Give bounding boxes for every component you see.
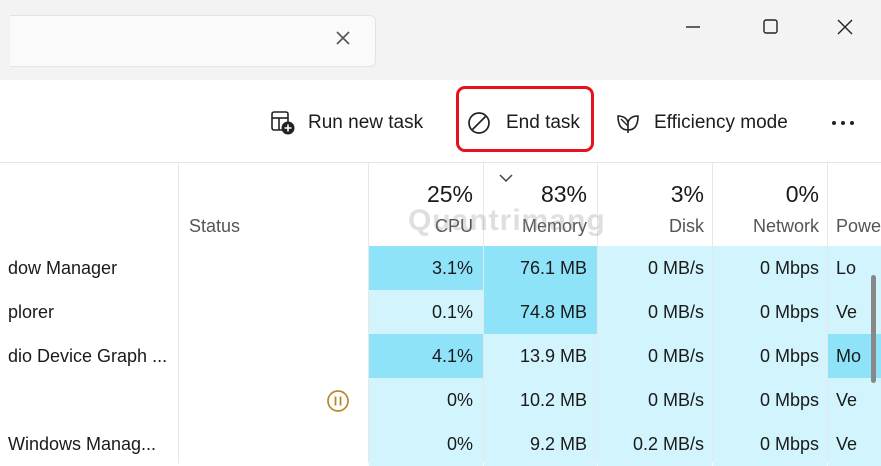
search-box[interactable] (10, 15, 376, 67)
power-cell: Ve (828, 378, 881, 422)
disk-cell: 0 MB/s (598, 334, 712, 378)
cpu-cell: 4.1% (369, 334, 483, 378)
run-new-task-icon (271, 111, 295, 135)
network-cell: 0 Mbps (713, 334, 827, 378)
minimize-icon[interactable] (676, 10, 710, 44)
maximize-icon[interactable] (753, 10, 787, 44)
process-name[interactable]: plorer (8, 290, 178, 334)
scrollbar-thumb[interactable] (871, 275, 876, 383)
process-name[interactable] (8, 378, 178, 422)
header-divider (0, 162, 881, 163)
close-window-icon[interactable] (828, 10, 862, 44)
column-header-power[interactable]: Powe (836, 216, 881, 237)
network-cell: 0 Mbps (713, 290, 827, 334)
run-new-task-label: Run new task (308, 112, 424, 133)
process-name[interactable]: dow Manager (8, 246, 178, 290)
title-bar (0, 0, 881, 80)
disk-cell: 0 MB/s (598, 378, 712, 422)
column-header-cpu[interactable]: CPU (369, 216, 473, 237)
efficiency-mode-button[interactable]: Efficiency mode (614, 106, 788, 140)
more-options-icon[interactable] (828, 108, 858, 138)
end-task-label: End task (506, 112, 580, 133)
prohibited-icon (468, 112, 490, 134)
network-percent: 0% (785, 181, 819, 207)
process-name[interactable]: dio Device Graph ... (8, 334, 178, 378)
memory-cell: 13.9 MB (484, 334, 597, 378)
cpu-cell: 0% (369, 422, 483, 466)
efficiency-mode-label: Efficiency mode (654, 112, 788, 133)
cpu-cell: 0.1% (369, 290, 483, 334)
column-header-network[interactable]: Network (713, 216, 819, 237)
network-cell: 0 Mbps (713, 246, 827, 290)
disk-percent: 3% (670, 181, 704, 207)
memory-cell: 74.8 MB (484, 290, 597, 334)
cpu-percent: 25% (426, 181, 473, 207)
disk-cell: 0.2 MB/s (598, 422, 712, 466)
leaf-icon (617, 115, 639, 133)
process-name[interactable]: Windows Manag... (8, 422, 178, 466)
network-cell: 0 Mbps (713, 422, 827, 466)
memory-cell: 9.2 MB (484, 422, 597, 466)
end-task-button[interactable]: End task (466, 106, 580, 140)
memory-percent: 83% (540, 181, 587, 207)
run-new-task-button[interactable]: Run new task (270, 106, 423, 140)
column-header-disk[interactable]: Disk (598, 216, 704, 237)
column-divider (178, 163, 179, 463)
disk-cell: 0 MB/s (598, 290, 712, 334)
close-icon[interactable] (331, 26, 355, 50)
pause-icon (327, 390, 349, 412)
cpu-cell: 0% (369, 378, 483, 422)
power-cell: Ve (828, 422, 881, 466)
memory-cell: 10.2 MB (484, 378, 597, 422)
cpu-cell: 3.1% (369, 246, 483, 290)
column-header-memory[interactable]: Memory (484, 216, 587, 237)
memory-cell: 76.1 MB (484, 246, 597, 290)
network-cell: 0 Mbps (713, 378, 827, 422)
column-header-status[interactable]: Status (189, 216, 240, 237)
disk-cell: 0 MB/s (598, 246, 712, 290)
